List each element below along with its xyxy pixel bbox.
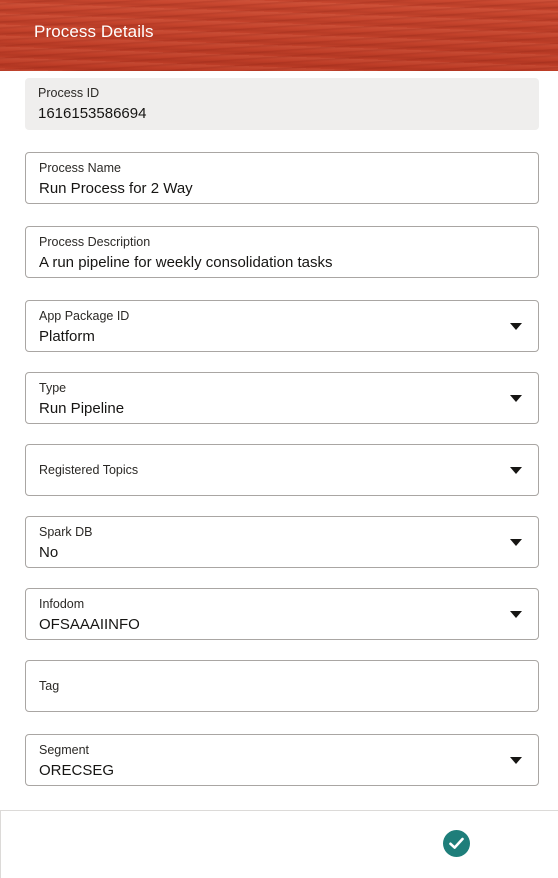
- chevron-down-icon[interactable]: [510, 467, 522, 474]
- process-id-value: 1616153586694: [38, 105, 147, 122]
- app-package-id-label: App Package ID: [39, 309, 130, 323]
- registered-topics-select[interactable]: Registered Topics: [25, 444, 539, 496]
- registered-topics-label: Registered Topics: [39, 463, 139, 477]
- app-package-id-value: Platform: [39, 328, 95, 345]
- process-description-label: Process Description: [39, 235, 151, 249]
- segment-select[interactable]: Segment ORECSEG: [25, 734, 539, 786]
- infodom-value: OFSAAAIINFO: [39, 616, 140, 633]
- chevron-down-icon[interactable]: [510, 395, 522, 402]
- chevron-down-icon[interactable]: [510, 539, 522, 546]
- segment-label: Segment: [39, 743, 90, 757]
- process-id-label: Process ID: [38, 86, 100, 100]
- spark-db-select[interactable]: Spark DB No: [25, 516, 539, 568]
- process-description-input[interactable]: Process Description A run pipeline for w…: [25, 226, 539, 278]
- type-value: Run Pipeline: [39, 400, 125, 417]
- tag-label: Tag: [39, 679, 60, 693]
- app-package-id-select[interactable]: App Package ID Platform: [25, 300, 539, 352]
- type-select[interactable]: Type Run Pipeline: [25, 372, 539, 424]
- chevron-down-icon[interactable]: [510, 757, 522, 764]
- process-name-input[interactable]: Process Name Run Process for 2 Way: [25, 152, 539, 204]
- infodom-label: Infodom: [39, 597, 85, 611]
- confirm-button[interactable]: [443, 830, 470, 857]
- type-label: Type: [39, 381, 67, 395]
- process-name-value: Run Process for 2 Way: [39, 180, 193, 197]
- tag-input[interactable]: Tag: [25, 660, 539, 712]
- page-title: Process Details: [34, 22, 154, 41]
- footer-left-border: [0, 810, 1, 878]
- chevron-down-icon[interactable]: [510, 611, 522, 618]
- spark-db-value: No: [39, 544, 59, 561]
- segment-value: ORECSEG: [39, 762, 115, 779]
- spark-db-label: Spark DB: [39, 525, 93, 539]
- process-description-value: A run pipeline for weekly consolidation …: [39, 254, 333, 271]
- checkmark-icon: [449, 837, 464, 849]
- footer-divider: [0, 810, 558, 811]
- page-header: Process Details: [0, 0, 558, 71]
- process-name-label: Process Name: [39, 161, 121, 175]
- infodom-select[interactable]: Infodom OFSAAAIINFO: [25, 588, 539, 640]
- chevron-down-icon[interactable]: [510, 323, 522, 330]
- process-id-field: Process ID 1616153586694: [25, 78, 539, 130]
